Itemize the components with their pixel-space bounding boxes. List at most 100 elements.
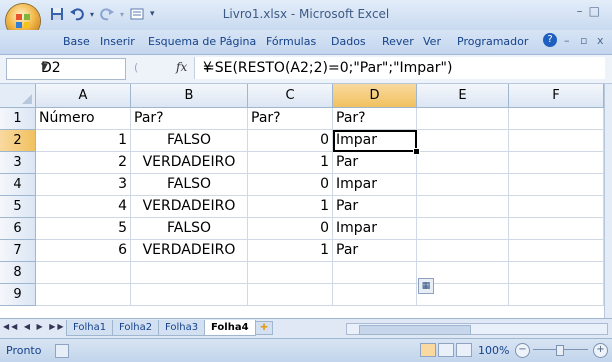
cell-d8[interactable] [333, 262, 417, 284]
normal-view-icon[interactable] [420, 343, 436, 357]
cell-f6[interactable] [509, 218, 604, 240]
cell-c9[interactable] [248, 284, 333, 306]
cell-a3[interactable]: 2 [36, 152, 131, 174]
cell-d5[interactable]: Par [333, 196, 417, 218]
zoom-level[interactable]: 100% [478, 344, 509, 357]
name-box[interactable]: D2 ▼ [6, 58, 126, 80]
sheet-tab-folha3[interactable]: Folha3 [158, 320, 206, 336]
column-header-d[interactable]: D [333, 84, 417, 108]
chevron-down-icon[interactable]: ▼ [41, 62, 121, 72]
row-header-8[interactable]: 8 [0, 262, 36, 284]
cell-f2[interactable] [509, 130, 604, 152]
cell-b9[interactable] [131, 284, 248, 306]
row-header-6[interactable]: 6 [0, 218, 36, 240]
cell-d4[interactable]: Impar [333, 174, 417, 196]
sheet-tab-folha1[interactable]: Folha1 [66, 320, 114, 336]
worksheet-grid[interactable]: A B C D E F 1 2 3 4 5 6 7 8 9 Número Par… [0, 84, 604, 336]
ribbon-minimize-icon[interactable]: – [564, 34, 570, 47]
cell-a2[interactable]: 1 [36, 130, 131, 152]
column-header-f[interactable]: F [509, 84, 604, 108]
row-header-1[interactable]: 1 [0, 108, 36, 130]
cell-b7[interactable]: VERDADEIRO [131, 240, 248, 262]
cell-e4[interactable] [417, 174, 509, 196]
cell-b5[interactable]: VERDADEIRO [131, 196, 248, 218]
macro-record-icon[interactable] [55, 344, 69, 358]
cell-a5[interactable]: 4 [36, 196, 131, 218]
row-header-2[interactable]: 2 [0, 130, 36, 152]
cell-e2[interactable] [417, 130, 509, 152]
horizontal-scrollbar[interactable] [346, 323, 608, 335]
sheet-tab-folha2[interactable]: Folha2 [112, 320, 160, 336]
cell-c2[interactable]: 0 [248, 130, 333, 152]
column-header-c[interactable]: C [248, 84, 333, 108]
cell-b4[interactable]: FALSO [131, 174, 248, 196]
tab-formulas[interactable]: Fórmulas [266, 35, 316, 48]
maximize-icon[interactable]: □ [589, 4, 606, 18]
cell-a8[interactable] [36, 262, 131, 284]
tab-esquema-de-pagina[interactable]: Esquema de Página [148, 35, 256, 48]
auto-fill-options-icon[interactable]: ▦ [418, 278, 434, 294]
row-header-5[interactable]: 5 [0, 196, 36, 218]
cell-d9[interactable] [333, 284, 417, 306]
zoom-out-icon[interactable]: − [515, 343, 530, 358]
cell-d3[interactable]: Par [333, 152, 417, 174]
zoom-in-icon[interactable]: + [593, 343, 608, 358]
cell-c3[interactable]: 1 [248, 152, 333, 174]
page-layout-view-icon[interactable] [438, 343, 454, 357]
vertical-scrollbar[interactable] [604, 84, 612, 336]
formula-input[interactable]: =SE(RESTO(A2;2)=0;"Par";"Impar") ¥ [194, 57, 605, 79]
tab-base[interactable]: Base [63, 35, 90, 48]
cell-d6[interactable]: Impar [333, 218, 417, 240]
cell-a4[interactable]: 3 [36, 174, 131, 196]
fill-handle[interactable] [413, 148, 420, 155]
tab-rever[interactable]: Rever [382, 35, 414, 48]
cell-f1[interactable] [509, 108, 604, 130]
cell-b1[interactable]: Par? [131, 108, 248, 130]
cell-a7[interactable]: 6 [36, 240, 131, 262]
cell-c5[interactable]: 1 [248, 196, 333, 218]
cell-a1[interactable]: Número [36, 108, 131, 130]
tab-ver[interactable]: Ver [423, 35, 441, 48]
cell-a6[interactable]: 5 [36, 218, 131, 240]
cell-f3[interactable] [509, 152, 604, 174]
cell-f4[interactable] [509, 174, 604, 196]
cell-e6[interactable] [417, 218, 509, 240]
tab-inserir[interactable]: Inserir [100, 35, 135, 48]
cell-b6[interactable]: FALSO [131, 218, 248, 240]
cell-b8[interactable] [131, 262, 248, 284]
column-header-b[interactable]: B [131, 84, 248, 108]
zoom-slider-thumb[interactable] [556, 345, 564, 356]
sheet-navigation-icons[interactable]: ◀◀ ◀ ▶ ▶▶ [3, 322, 66, 331]
cell-e3[interactable] [417, 152, 509, 174]
minimize-icon[interactable]: – [577, 4, 589, 18]
insert-function-icon[interactable]: fx [176, 60, 187, 74]
cell-c4[interactable]: 0 [248, 174, 333, 196]
cell-e1[interactable] [417, 108, 509, 130]
insert-sheet-icon[interactable]: ✚ [255, 321, 273, 335]
page-break-preview-icon[interactable] [456, 343, 472, 357]
cell-a9[interactable] [36, 284, 131, 306]
cell-d7[interactable]: Par [333, 240, 417, 262]
cell-c6[interactable]: 0 [248, 218, 333, 240]
cell-f7[interactable] [509, 240, 604, 262]
row-header-9[interactable]: 9 [0, 284, 36, 306]
help-icon[interactable]: ? [543, 33, 557, 47]
ribbon-restore-icon[interactable]: ▫ [580, 34, 587, 47]
tab-dados[interactable]: Dados [331, 35, 366, 48]
cell-c1[interactable]: Par? [248, 108, 333, 130]
column-header-a[interactable]: A [36, 84, 131, 108]
expand-formula-bar-icon[interactable]: ¥ [203, 60, 603, 76]
cell-f9[interactable] [509, 284, 604, 306]
row-header-3[interactable]: 3 [0, 152, 36, 174]
cell-f5[interactable] [509, 196, 604, 218]
ribbon-close-icon[interactable]: x [597, 34, 604, 47]
sheet-tab-folha4[interactable]: Folha4 [204, 320, 256, 336]
tab-programador[interactable]: Programador [457, 35, 528, 48]
cell-b3[interactable]: VERDADEIRO [131, 152, 248, 174]
row-header-7[interactable]: 7 [0, 240, 36, 262]
cell-f8[interactable] [509, 262, 604, 284]
cell-e7[interactable] [417, 240, 509, 262]
select-all-button[interactable] [0, 84, 36, 108]
row-header-4[interactable]: 4 [0, 174, 36, 196]
cell-e5[interactable] [417, 196, 509, 218]
